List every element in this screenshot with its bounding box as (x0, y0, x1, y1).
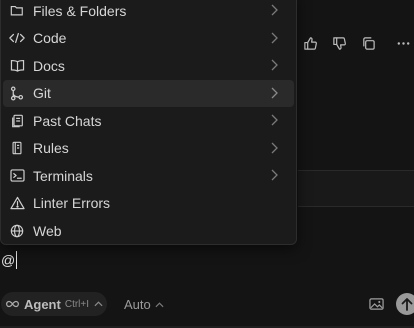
menu-item-git[interactable]: Git (3, 79, 294, 107)
menu-item-files-folders[interactable]: Files & Folders (3, 0, 294, 25)
menu-item-label: Docs (33, 57, 65, 74)
menu-item-label: Terminals (33, 167, 93, 184)
mention-menu: Files & Folders Code Docs Git Past Chats (0, 0, 297, 245)
menu-item-web[interactable]: Web (3, 217, 294, 245)
chat-input[interactable]: @ (1, 251, 18, 269)
git-branch-icon (9, 85, 25, 101)
menu-item-terminals[interactable]: Terminals (3, 162, 294, 190)
menu-item-label: Past Chats (33, 112, 102, 129)
chat-history-icon (9, 113, 25, 129)
arrow-up-icon (401, 297, 413, 311)
more-icon[interactable] (393, 33, 413, 53)
menu-item-docs[interactable]: Docs (3, 52, 294, 80)
chevron-up-icon (94, 301, 103, 307)
chevron-right-icon (271, 114, 281, 128)
folder-icon (9, 3, 25, 19)
infinity-icon (5, 299, 20, 309)
menu-item-label: Git (33, 85, 51, 102)
message-actions (300, 33, 414, 53)
send-button[interactable] (396, 293, 414, 315)
chevron-up-icon (155, 301, 164, 308)
rules-icon (9, 140, 25, 156)
chevron-right-icon (271, 169, 281, 183)
chevron-right-icon (271, 87, 281, 101)
mode-shortcut: Ctrl+I (64, 298, 90, 310)
chevron-right-icon (271, 32, 281, 46)
menu-item-label: Linter Errors (33, 195, 111, 212)
chevron-right-icon (271, 4, 281, 18)
menu-item-past-chats[interactable]: Past Chats (3, 107, 294, 135)
mode-label: Agent (24, 296, 61, 312)
book-icon (9, 58, 25, 74)
model-label: Auto (124, 297, 151, 312)
globe-icon (9, 223, 25, 239)
menu-item-label: Rules (33, 140, 69, 157)
composer-toolbar: Agent Ctrl+I Auto (0, 292, 414, 318)
context-strip (298, 171, 414, 206)
divider (298, 206, 414, 207)
chevron-right-icon (271, 142, 281, 156)
thumbs-down-icon[interactable] (329, 33, 349, 53)
menu-item-linter-errors[interactable]: Linter Errors (3, 190, 294, 218)
warning-icon (9, 195, 25, 211)
menu-item-label: Code (33, 30, 67, 47)
chat-input-value: @ (1, 252, 16, 268)
menu-item-code[interactable]: Code (3, 25, 294, 53)
menu-item-rules[interactable]: Rules (3, 135, 294, 163)
chevron-right-icon (271, 59, 281, 73)
menu-item-label: Web (33, 222, 62, 239)
menu-item-label: Files & Folders (33, 2, 127, 19)
terminal-icon (9, 168, 25, 184)
model-selector[interactable]: Auto (124, 297, 164, 312)
code-icon (9, 30, 25, 46)
image-icon[interactable] (369, 297, 385, 313)
copy-icon[interactable] (358, 33, 378, 53)
thumbs-up-icon[interactable] (300, 33, 320, 53)
mode-selector[interactable]: Agent Ctrl+I (1, 292, 108, 316)
text-cursor (16, 251, 18, 269)
